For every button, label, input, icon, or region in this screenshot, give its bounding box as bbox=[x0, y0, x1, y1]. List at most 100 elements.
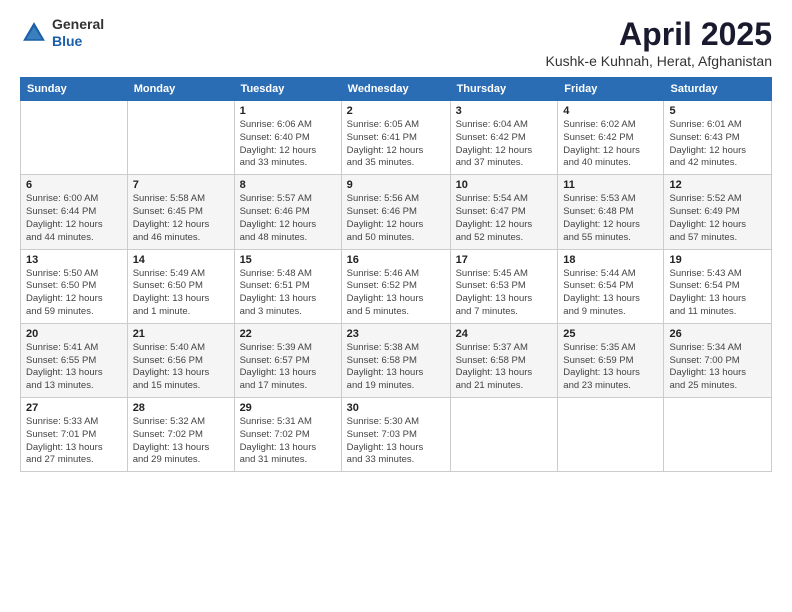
day-info: Sunrise: 5:34 AMSunset: 7:00 PMDaylight:… bbox=[669, 342, 766, 393]
day-number: 29 bbox=[240, 402, 336, 414]
header-row: SundayMondayTuesdayWednesdayThursdayFrid… bbox=[21, 78, 772, 101]
day-number: 27 bbox=[26, 402, 122, 414]
day-cell: 18 Sunrise: 5:44 AMSunset: 6:54 PMDayligh… bbox=[558, 249, 664, 323]
day-cell: 15 Sunrise: 5:48 AMSunset: 6:51 PMDayligh… bbox=[234, 249, 341, 323]
day-cell: 22 Sunrise: 5:39 AMSunset: 6:57 PMDayligh… bbox=[234, 323, 341, 397]
column-header-wednesday: Wednesday bbox=[341, 78, 450, 101]
day-info: Sunrise: 5:37 AMSunset: 6:58 PMDaylight:… bbox=[456, 342, 553, 393]
day-info: Sunrise: 5:43 AMSunset: 6:54 PMDaylight:… bbox=[669, 268, 766, 319]
day-number: 21 bbox=[133, 328, 229, 340]
day-cell: 1 Sunrise: 6:06 AMSunset: 6:40 PMDaylight… bbox=[234, 101, 341, 175]
day-cell: 11 Sunrise: 5:53 AMSunset: 6:48 PMDayligh… bbox=[558, 175, 664, 249]
column-header-saturday: Saturday bbox=[664, 78, 772, 101]
day-info: Sunrise: 5:38 AMSunset: 6:58 PMDaylight:… bbox=[347, 342, 445, 393]
day-cell: 6 Sunrise: 6:00 AMSunset: 6:44 PMDaylight… bbox=[21, 175, 128, 249]
day-info: Sunrise: 6:01 AMSunset: 6:43 PMDaylight:… bbox=[669, 119, 766, 170]
week-row-1: 1 Sunrise: 6:06 AMSunset: 6:40 PMDaylight… bbox=[21, 101, 772, 175]
day-number: 25 bbox=[563, 328, 658, 340]
day-cell: 2 Sunrise: 6:05 AMSunset: 6:41 PMDaylight… bbox=[341, 101, 450, 175]
day-number: 9 bbox=[347, 179, 445, 191]
column-header-friday: Friday bbox=[558, 78, 664, 101]
day-number: 26 bbox=[669, 328, 766, 340]
day-number: 23 bbox=[347, 328, 445, 340]
day-info: Sunrise: 6:04 AMSunset: 6:42 PMDaylight:… bbox=[456, 119, 553, 170]
day-info: Sunrise: 5:41 AMSunset: 6:55 PMDaylight:… bbox=[26, 342, 122, 393]
calendar-body: 1 Sunrise: 6:06 AMSunset: 6:40 PMDaylight… bbox=[21, 101, 772, 472]
day-cell: 10 Sunrise: 5:54 AMSunset: 6:47 PMDayligh… bbox=[450, 175, 558, 249]
day-number: 18 bbox=[563, 254, 658, 266]
day-number: 24 bbox=[456, 328, 553, 340]
column-header-tuesday: Tuesday bbox=[234, 78, 341, 101]
day-info: Sunrise: 5:50 AMSunset: 6:50 PMDaylight:… bbox=[26, 268, 122, 319]
day-number: 22 bbox=[240, 328, 336, 340]
day-cell bbox=[21, 101, 128, 175]
logo: General Blue bbox=[20, 16, 104, 50]
day-number: 16 bbox=[347, 254, 445, 266]
day-cell: 3 Sunrise: 6:04 AMSunset: 6:42 PMDaylight… bbox=[450, 101, 558, 175]
calendar-table: SundayMondayTuesdayWednesdayThursdayFrid… bbox=[20, 77, 772, 472]
day-number: 20 bbox=[26, 328, 122, 340]
day-info: Sunrise: 5:53 AMSunset: 6:48 PMDaylight:… bbox=[563, 193, 658, 244]
column-header-sunday: Sunday bbox=[21, 78, 128, 101]
day-cell: 17Sunrise: 5:45 AMSunset: 6:53 PMDayligh… bbox=[450, 249, 558, 323]
day-number: 6 bbox=[26, 179, 122, 191]
day-cell bbox=[664, 398, 772, 472]
day-cell: 13 Sunrise: 5:50 AMSunset: 6:50 PMDayligh… bbox=[21, 249, 128, 323]
day-info: Sunrise: 5:33 AMSunset: 7:01 PMDaylight:… bbox=[26, 416, 122, 467]
day-number: 1 bbox=[240, 105, 336, 117]
day-info: Sunrise: 6:02 AMSunset: 6:42 PMDaylight:… bbox=[563, 119, 658, 170]
day-info: Sunrise: 5:48 AMSunset: 6:51 PMDaylight:… bbox=[240, 268, 336, 319]
day-number: 13 bbox=[26, 254, 122, 266]
day-cell bbox=[558, 398, 664, 472]
column-header-thursday: Thursday bbox=[450, 78, 558, 101]
day-info: Sunrise: 5:58 AMSunset: 6:45 PMDaylight:… bbox=[133, 193, 229, 244]
day-number: 14 bbox=[133, 254, 229, 266]
day-info: Sunrise: 5:54 AMSunset: 6:47 PMDaylight:… bbox=[456, 193, 553, 244]
day-number: 10 bbox=[456, 179, 553, 191]
page: General Blue April 2025 Kushk-e Kuhnah, … bbox=[0, 0, 792, 612]
day-number: 7 bbox=[133, 179, 229, 191]
day-info: Sunrise: 5:31 AMSunset: 7:02 PMDaylight:… bbox=[240, 416, 336, 467]
day-info: Sunrise: 5:40 AMSunset: 6:56 PMDaylight:… bbox=[133, 342, 229, 393]
day-info: Sunrise: 5:32 AMSunset: 7:02 PMDaylight:… bbox=[133, 416, 229, 467]
calendar-subtitle: Kushk-e Kuhnah, Herat, Afghanistan bbox=[546, 53, 772, 69]
week-row-3: 13 Sunrise: 5:50 AMSunset: 6:50 PMDayligh… bbox=[21, 249, 772, 323]
day-cell: 20 Sunrise: 5:41 AMSunset: 6:55 PMDayligh… bbox=[21, 323, 128, 397]
day-info: Sunrise: 5:44 AMSunset: 6:54 PMDaylight:… bbox=[563, 268, 658, 319]
day-number: 3 bbox=[456, 105, 553, 117]
day-info: Sunrise: 5:52 AMSunset: 6:49 PMDaylight:… bbox=[669, 193, 766, 244]
day-info: Sunrise: 5:57 AMSunset: 6:46 PMDaylight:… bbox=[240, 193, 336, 244]
day-info: Sunrise: 5:35 AMSunset: 6:59 PMDaylight:… bbox=[563, 342, 658, 393]
day-cell: 25 Sunrise: 5:35 AMSunset: 6:59 PMDayligh… bbox=[558, 323, 664, 397]
week-row-5: 27 Sunrise: 5:33 AMSunset: 7:01 PMDayligh… bbox=[21, 398, 772, 472]
day-info: Sunrise: 6:06 AMSunset: 6:40 PMDaylight:… bbox=[240, 119, 336, 170]
day-number: 2 bbox=[347, 105, 445, 117]
day-number: 4 bbox=[563, 105, 658, 117]
day-number: 11 bbox=[563, 179, 658, 191]
day-number: 28 bbox=[133, 402, 229, 414]
day-cell: 21 Sunrise: 5:40 AMSunset: 6:56 PMDayligh… bbox=[127, 323, 234, 397]
title-block: April 2025 Kushk-e Kuhnah, Herat, Afghan… bbox=[546, 16, 772, 69]
logo-icon bbox=[20, 19, 48, 47]
day-info: Sunrise: 5:30 AMSunset: 7:03 PMDaylight:… bbox=[347, 416, 445, 467]
day-cell: 16Sunrise: 5:46 AMSunset: 6:52 PMDayligh… bbox=[341, 249, 450, 323]
day-cell: 29 Sunrise: 5:31 AMSunset: 7:02 PMDayligh… bbox=[234, 398, 341, 472]
day-number: 5 bbox=[669, 105, 766, 117]
calendar-title: April 2025 bbox=[546, 16, 772, 53]
day-cell: 8Sunrise: 5:57 AMSunset: 6:46 PMDaylight… bbox=[234, 175, 341, 249]
day-cell: 24 Sunrise: 5:37 AMSunset: 6:58 PMDayligh… bbox=[450, 323, 558, 397]
header: General Blue April 2025 Kushk-e Kuhnah, … bbox=[20, 16, 772, 69]
day-info: Sunrise: 6:00 AMSunset: 6:44 PMDaylight:… bbox=[26, 193, 122, 244]
day-cell bbox=[450, 398, 558, 472]
day-info: Sunrise: 5:56 AMSunset: 6:46 PMDaylight:… bbox=[347, 193, 445, 244]
day-number: 15 bbox=[240, 254, 336, 266]
day-cell: 4 Sunrise: 6:02 AMSunset: 6:42 PMDaylight… bbox=[558, 101, 664, 175]
day-info: Sunrise: 6:05 AMSunset: 6:41 PMDaylight:… bbox=[347, 119, 445, 170]
day-cell: 5 Sunrise: 6:01 AMSunset: 6:43 PMDaylight… bbox=[664, 101, 772, 175]
day-number: 12 bbox=[669, 179, 766, 191]
day-cell: 28 Sunrise: 5:32 AMSunset: 7:02 PMDayligh… bbox=[127, 398, 234, 472]
day-number: 17 bbox=[456, 254, 553, 266]
week-row-4: 20 Sunrise: 5:41 AMSunset: 6:55 PMDayligh… bbox=[21, 323, 772, 397]
column-header-monday: Monday bbox=[127, 78, 234, 101]
day-info: Sunrise: 5:39 AMSunset: 6:57 PMDaylight:… bbox=[240, 342, 336, 393]
